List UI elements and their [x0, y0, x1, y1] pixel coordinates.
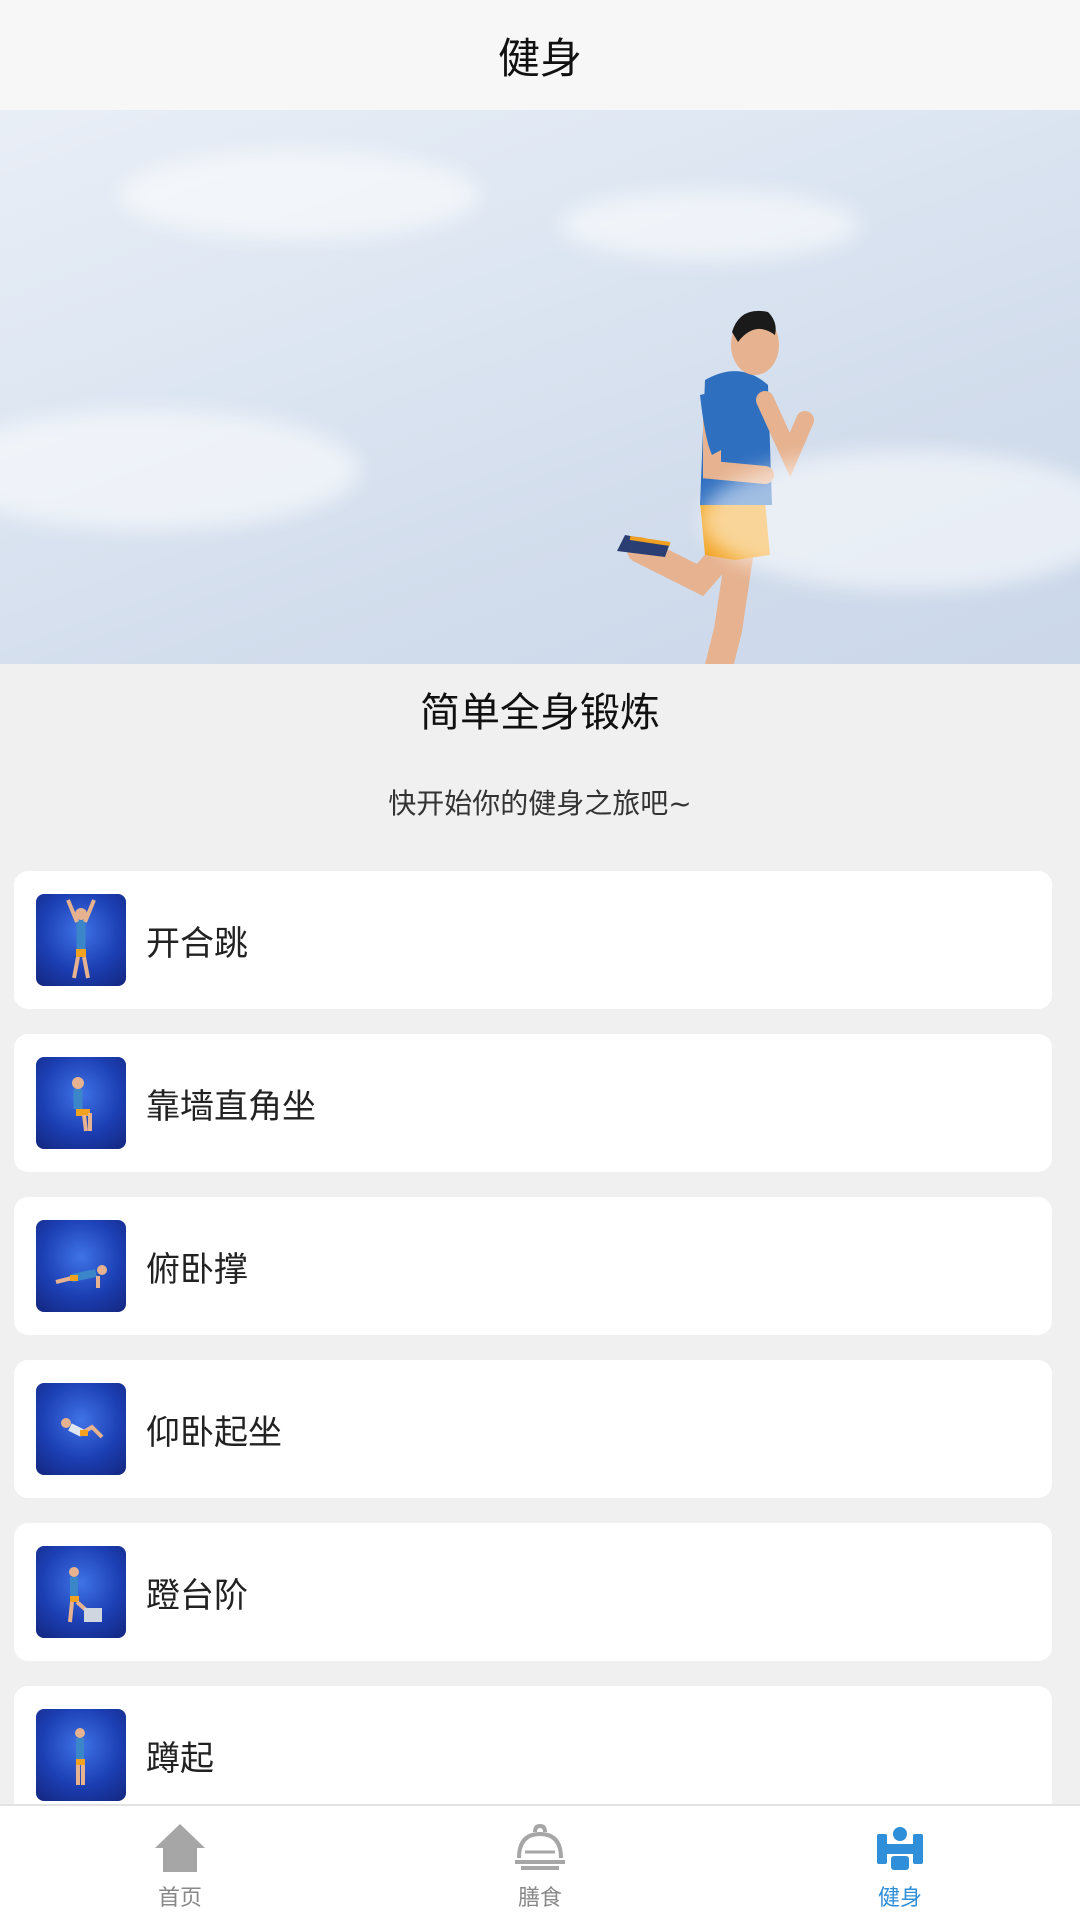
cloche-icon	[515, 1823, 565, 1870]
nav-label-fitness: 健身	[877, 1886, 922, 1911]
exercise-label: 蹬台阶	[146, 1575, 248, 1616]
exercise-thumbnail	[36, 1383, 126, 1475]
fitness-page: 健身 简单全身锻炼 快开始你的健身之旅吧~ 开合跳 靠墙直角坐 俯卧撑 仰卧起坐…	[0, 0, 1080, 1920]
exercise-thumbnail	[36, 1220, 126, 1312]
exercise-thumbnail	[36, 1709, 126, 1801]
nav-item-home[interactable]: 首页	[0, 1806, 360, 1920]
exercise-item-jumping-jacks[interactable]: 开合跳	[14, 871, 1052, 1009]
exercise-label: 俯卧撑	[146, 1249, 248, 1290]
nav-label-diet: 膳食	[517, 1886, 562, 1911]
page-title: 健身	[497, 33, 582, 83]
exercise-item-wall-sit[interactable]: 靠墙直角坐	[14, 1034, 1052, 1172]
nav-item-fitness[interactable]: 健身	[720, 1806, 1080, 1920]
section-title: 简单全身锻炼	[420, 690, 660, 736]
home-icon	[155, 1824, 205, 1872]
section-subtitle: 快开始你的健身之旅吧~	[388, 787, 692, 820]
bottom-nav: 首页 膳食 健身	[0, 1804, 1080, 1920]
exercise-item-push-up[interactable]: 俯卧撑	[14, 1197, 1052, 1335]
exercise-thumbnail	[36, 1057, 126, 1149]
exercise-label: 蹲起	[146, 1738, 214, 1779]
exercise-thumbnail	[36, 894, 126, 986]
nav-label-home: 首页	[157, 1886, 202, 1911]
hero-banner-image	[0, 110, 1080, 664]
fitness-icon	[877, 1827, 923, 1870]
nav-item-diet[interactable]: 膳食	[360, 1806, 720, 1920]
exercise-item-step-up[interactable]: 蹬台阶	[14, 1523, 1052, 1661]
app-header: 健身	[0, 0, 1080, 110]
exercise-item-sit-up[interactable]: 仰卧起坐	[14, 1360, 1052, 1498]
exercise-label: 仰卧起坐	[146, 1412, 282, 1453]
exercise-label: 靠墙直角坐	[146, 1086, 316, 1127]
exercise-label: 开合跳	[146, 923, 248, 964]
exercise-thumbnail	[36, 1546, 126, 1638]
